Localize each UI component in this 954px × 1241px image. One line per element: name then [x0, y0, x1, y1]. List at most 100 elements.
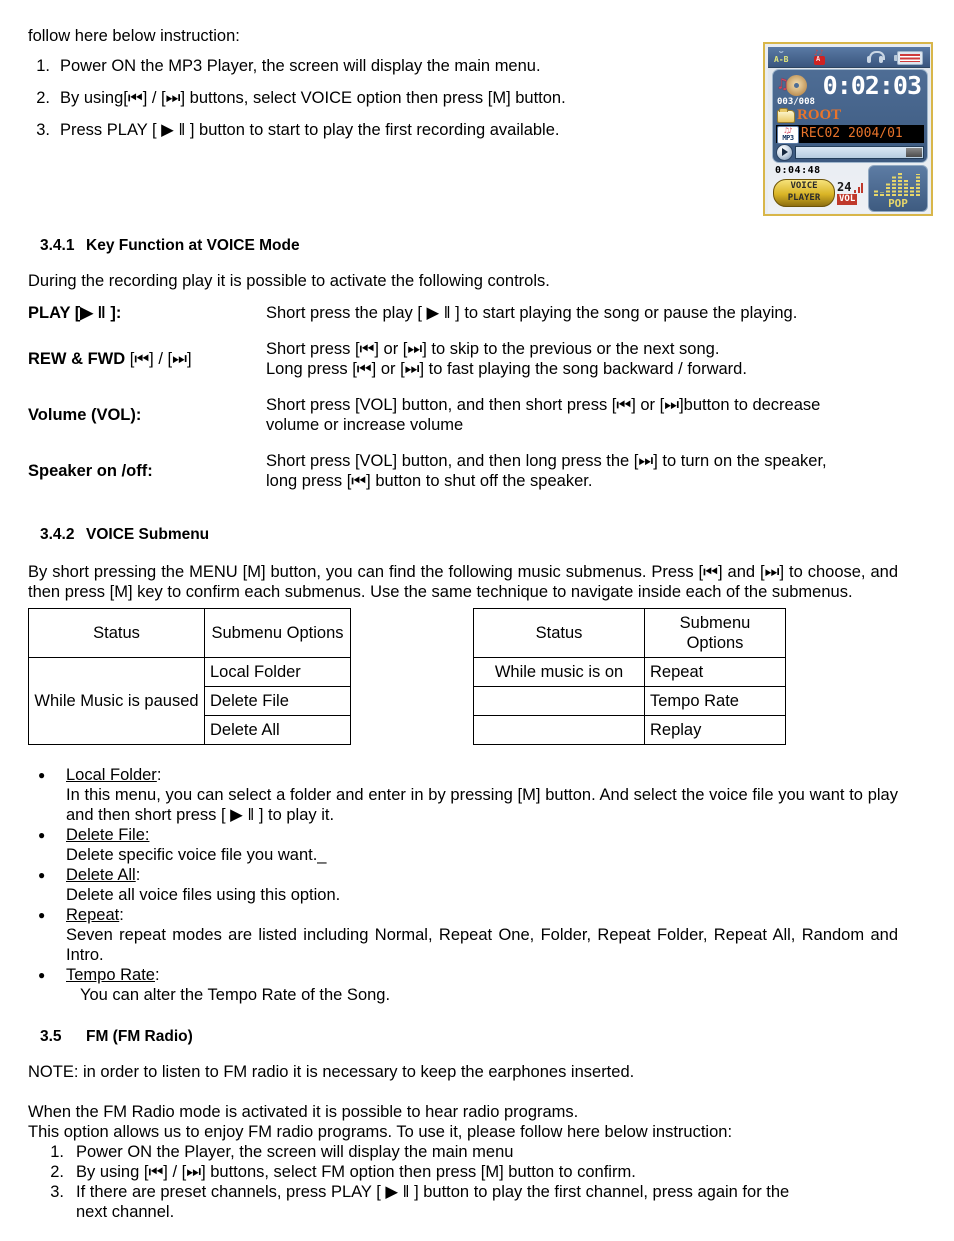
bullet-description: Delete all voice files using this option… [66, 886, 341, 904]
key-function-term-bold: Volume (VOL): [28, 406, 142, 424]
heading-title: FM (FM Radio) [86, 1028, 193, 1045]
bullet-term-row: ● Delete File: [28, 825, 898, 845]
key-function-desc-line: Short press the play [ ▶ ‖ ] to start pl… [266, 304, 798, 322]
bullet-dot-icon: ● [38, 908, 46, 922]
bullet-term: Local Folder [66, 766, 157, 784]
bullet-term-row: ● Repeat: [28, 905, 898, 925]
table-cell-option: Delete All [204, 715, 351, 745]
submenu-table-paused: Status Submenu Options While Music is pa… [28, 608, 351, 745]
heading-title: VOICE Submenu [86, 526, 210, 543]
list-item-number: 3. [50, 1183, 64, 1201]
bullet-term: Tempo Rate [66, 966, 155, 984]
key-function-desc-line: volume or increase volume [266, 416, 464, 434]
submenu-table-playing: Status Submenu Options While music is on… [473, 608, 786, 745]
table-row: Speaker on /off: Short press [VOL] butto… [28, 443, 898, 499]
table-cell-status: While music is on [473, 657, 645, 687]
bullet-term-colon: : [154, 966, 160, 984]
bullet-term: Delete All [66, 866, 136, 884]
heading-3-4-2: 3.4.2 VOICE Submenu [28, 525, 898, 544]
list-item: 2. By using[⏮] / [⏭] buttons, select VOI… [28, 88, 898, 108]
bullet-description: Seven repeat modes are listed including … [66, 926, 898, 964]
list-item-number: 2. [36, 89, 50, 107]
key-function-term-light: [⏮] / [⏭] [129, 350, 192, 368]
bullet-term: Repeat [66, 906, 120, 924]
bullet-term-row: ● Delete All: [28, 865, 898, 885]
table-row: Status Submenu Options [28, 608, 351, 658]
heading-3-5: 3.5 FM (FM Radio) [28, 1027, 898, 1046]
bullet-term-wrap: Local Folder: [66, 765, 161, 785]
list-item-number: 2. [50, 1163, 64, 1181]
list-item-number: 3. [36, 121, 50, 139]
list-item-text: Power ON the MP3 Player, the screen will… [60, 57, 541, 75]
bullet-dot-icon: ● [38, 968, 46, 982]
list-item: ● Delete File: Delete specific voice fil… [28, 825, 898, 865]
bullet-term-wrap: Delete File: [66, 825, 149, 845]
fm-para-1: When the FM Radio mode is activated it i… [28, 1103, 579, 1121]
fm-para-2: This option allows us to enjoy FM radio … [28, 1123, 733, 1141]
bullet-description: In this menu, you can select a folder an… [66, 786, 898, 824]
table-row: Volume (VOL): Short press [VOL] button, … [28, 387, 898, 443]
list-item-number: 1. [36, 57, 50, 75]
bullet-term: Delete File: [66, 826, 150, 844]
document-page: ⌣ A-B ♪♪ ♫ [0, 0, 954, 1241]
heading-number: 3.4.1 [40, 237, 75, 254]
key-function-desc: Short press [VOL] button, and then short… [266, 387, 898, 443]
bullet-term-row: ● Local Folder: [28, 765, 898, 785]
heading-number: 3.4.2 [40, 526, 75, 543]
fm-step-list: 1. Power ON the Player, the screen will … [28, 1142, 898, 1222]
key-function-desc-line: Short press [VOL] button, and then long … [266, 452, 827, 470]
list-item: ● Delete All: Delete all voice files usi… [28, 865, 898, 905]
list-item-text: next channel. [76, 1203, 175, 1221]
key-function-desc-line: long press [⏮] button to shut off the sp… [266, 472, 593, 490]
list-item: ● Local Folder: In this menu, you can se… [28, 765, 898, 825]
key-function-term-bold: PLAY [▶ ‖ ]: [28, 304, 122, 322]
table-cell-status: While Music is paused [28, 657, 205, 745]
document-content: follow here below instruction: 1. Power … [28, 26, 898, 1222]
list-item: 3. Press PLAY [ ▶ ‖ ] button to start to… [28, 120, 898, 140]
bullet-term-colon: : [119, 906, 124, 924]
heading-number: 3.5 [40, 1028, 62, 1045]
bullet-dot-icon: ● [38, 768, 46, 782]
list-item-text: By using[⏮] / [⏭] buttons, select VOICE … [60, 89, 566, 107]
key-function-term: PLAY [▶ ‖ ]: [28, 295, 266, 331]
list-item-text: If there are preset channels, press PLAY… [76, 1183, 790, 1201]
battery-icon [894, 51, 923, 65]
key-function-term: REW & FWD [⏮] / [⏭] [28, 331, 266, 387]
battery-level-bars [900, 54, 920, 62]
table-header-status: Status [28, 608, 205, 658]
key-function-desc-line: Short press [⏮] or [⏭] to skip to the pr… [266, 340, 720, 358]
submenu-tables-row: Status Submenu Options While Music is pa… [28, 608, 898, 745]
key-function-desc: Short press [⏮] or [⏭] to skip to the pr… [266, 331, 898, 387]
table-row: PLAY [▶ ‖ ]: Short press the play [ ▶ ‖ … [28, 295, 898, 331]
bullet-description: You can alter the Tempo Rate of the Song… [80, 986, 391, 1004]
key-function-desc: Short press the play [ ▶ ‖ ] to start pl… [266, 295, 898, 331]
table-header-options: Submenu Options [204, 608, 351, 658]
section-342-intro: By short pressing the MENU [M] button, y… [28, 563, 898, 601]
table-cell-status [473, 715, 645, 745]
intro-step-list: 1. Power ON the MP3 Player, the screen w… [28, 56, 898, 140]
key-function-term-bold: Speaker on /off: [28, 462, 153, 480]
progress-knob [906, 148, 922, 157]
bullet-dot-icon: ● [38, 828, 46, 842]
bullet-term-wrap: Delete All: [66, 865, 140, 885]
list-item: 1. Power ON the MP3 Player, the screen w… [28, 56, 898, 76]
list-item: 3. If there are preset channels, press P… [28, 1182, 898, 1202]
table-header-options: Submenu Options [644, 608, 786, 658]
table-row: Status Submenu Options [473, 608, 786, 658]
table-row: While music is on Repeat [473, 657, 786, 687]
section-341-intro: During the recording play it is possible… [28, 272, 550, 290]
submenu-bullet-list: ● Local Folder: In this menu, you can se… [28, 765, 898, 1005]
list-item: ● Tempo Rate: You can alter the Tempo Ra… [28, 965, 898, 1005]
bullet-term-wrap: Tempo Rate: [66, 965, 160, 985]
bullet-description: Delete specific voice file you want._ [66, 846, 327, 864]
table-cell-status [473, 686, 645, 716]
bullet-term-colon: : [135, 866, 141, 884]
heading-title: Key Function at VOICE Mode [86, 237, 300, 254]
